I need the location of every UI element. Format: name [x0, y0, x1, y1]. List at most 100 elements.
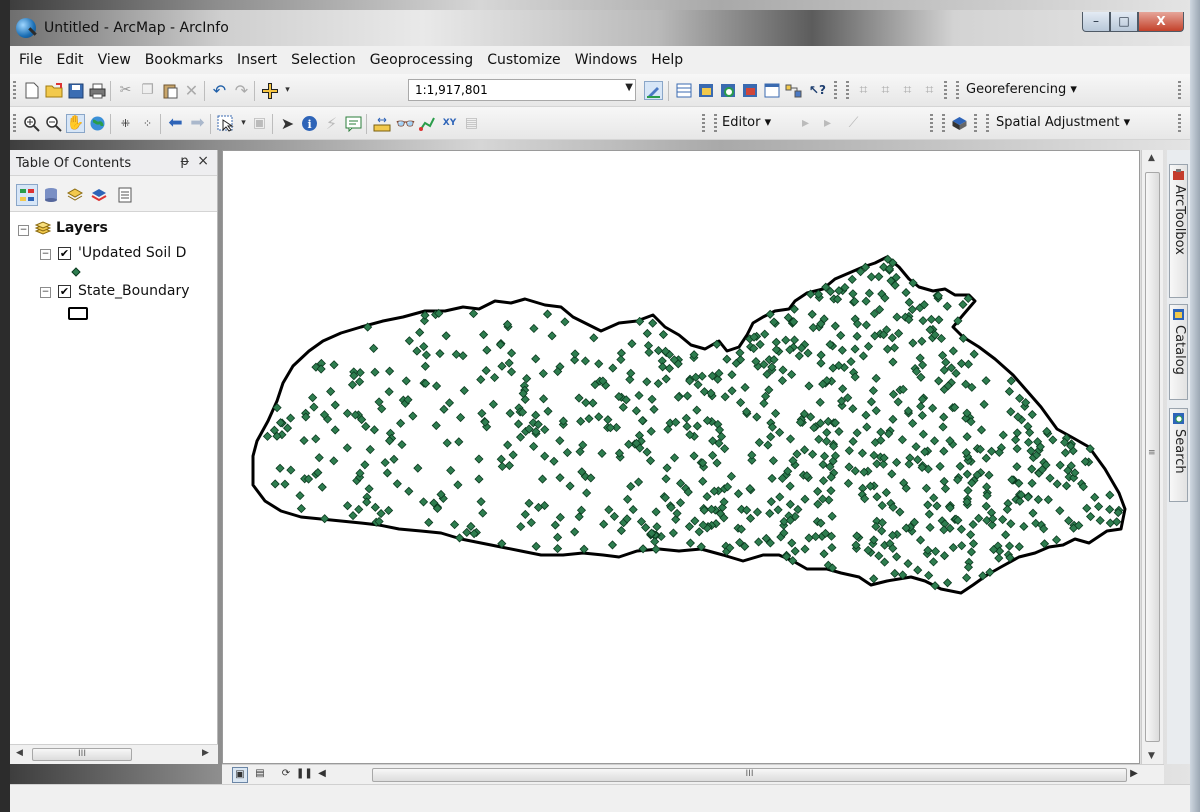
soil-sample-point[interactable] — [376, 508, 386, 519]
soil-sample-point[interactable] — [1094, 501, 1104, 512]
soil-sample-point[interactable] — [543, 406, 553, 416]
soil-sample-point[interactable] — [844, 462, 854, 472]
soil-sample-point[interactable] — [626, 481, 636, 491]
toolbar-grip[interactable] — [944, 81, 947, 99]
toolbar-grip[interactable] — [13, 114, 16, 132]
soil-sample-point[interactable] — [404, 336, 414, 346]
soil-sample-point[interactable] — [787, 369, 797, 380]
soil-sample-point[interactable] — [850, 344, 860, 354]
measure-icon[interactable] — [372, 114, 391, 133]
arctoolbox-window-icon[interactable] — [740, 81, 759, 100]
soil-sample-point[interactable] — [892, 457, 902, 468]
modelbuilder-icon[interactable] — [784, 81, 803, 100]
redo-icon[interactable]: ↷ — [232, 81, 251, 100]
soil-sample-point[interactable] — [442, 438, 452, 448]
maximize-button[interactable]: □ — [1110, 12, 1138, 32]
list-by-drawing-order-icon[interactable] — [16, 184, 38, 206]
soil-sample-point[interactable] — [819, 549, 829, 559]
soil-sample-point[interactable] — [958, 299, 968, 310]
soil-sample-point[interactable] — [570, 527, 580, 537]
soil-sample-point[interactable] — [799, 445, 810, 455]
soil-sample-point[interactable] — [814, 434, 824, 444]
menu-file[interactable]: File — [12, 52, 49, 68]
soil-sample-point[interactable] — [981, 501, 991, 511]
soil-sample-point[interactable] — [668, 528, 678, 538]
soil-sample-point[interactable] — [364, 484, 374, 494]
soil-sample-point[interactable] — [790, 546, 800, 556]
soil-sample-point[interactable] — [342, 443, 352, 453]
soil-sample-point[interactable] — [1004, 386, 1014, 397]
soil-sample-point[interactable] — [861, 410, 871, 420]
soil-sample-point[interactable] — [918, 360, 928, 370]
soil-sample-point[interactable] — [1105, 490, 1115, 500]
select-elements-icon[interactable]: ➤ — [278, 114, 297, 133]
soil-sample-point[interactable] — [962, 573, 972, 583]
menu-customize[interactable]: Customize — [480, 52, 568, 68]
soil-sample-point[interactable] — [935, 461, 945, 471]
soil-sample-point[interactable] — [913, 455, 923, 465]
soil-sample-point[interactable] — [330, 425, 340, 435]
soil-sample-point[interactable] — [646, 426, 656, 436]
soil-sample-point[interactable] — [450, 520, 460, 530]
editor-menu[interactable]: Editor ▾ — [722, 115, 771, 130]
open-folder-icon[interactable] — [44, 81, 63, 100]
soil-sample-point[interactable] — [529, 323, 539, 334]
soil-sample-point[interactable] — [299, 435, 309, 446]
zoom-in-icon[interactable] — [22, 114, 41, 133]
soil-sample-point[interactable] — [800, 494, 810, 504]
soil-sample-point[interactable] — [848, 404, 858, 414]
soil-sample-point[interactable] — [852, 331, 862, 341]
soil-sample-point[interactable] — [916, 401, 926, 411]
soil-sample-point[interactable] — [540, 425, 550, 435]
soil-sample-point[interactable] — [354, 504, 364, 514]
soil-sample-point[interactable] — [542, 309, 553, 319]
soil-sample-point[interactable] — [555, 512, 565, 522]
soil-sample-point[interactable] — [1060, 448, 1071, 458]
soil-sample-point[interactable] — [892, 312, 902, 322]
soil-sample-point[interactable] — [979, 399, 989, 409]
soil-sample-point[interactable] — [929, 493, 939, 503]
soil-sample-point[interactable] — [733, 489, 744, 499]
soil-sample-point[interactable] — [570, 349, 580, 359]
list-by-visibility-icon[interactable] — [64, 184, 86, 206]
soil-sample-point[interactable] — [966, 547, 977, 557]
menu-edit[interactable]: Edit — [49, 52, 90, 68]
close-button[interactable]: X — [1138, 12, 1184, 32]
arcmap-app-icon[interactable] — [16, 18, 36, 38]
soil-sample-point[interactable] — [490, 372, 500, 383]
soil-sample-point[interactable] — [928, 557, 939, 567]
go-forward-icon[interactable]: ➡ — [188, 114, 207, 133]
soil-sample-point[interactable] — [342, 501, 353, 511]
soil-sample-point[interactable] — [431, 381, 442, 391]
soil-sample-point[interactable] — [908, 418, 918, 428]
soil-sample-point[interactable] — [555, 436, 565, 446]
layer-name-state-boundary[interactable]: State_Boundary — [78, 283, 189, 299]
soil-sample-point[interactable] — [775, 492, 785, 502]
soil-sample-point[interactable] — [275, 463, 285, 473]
soil-sample-point[interactable] — [963, 485, 973, 496]
data-view-icon[interactable]: ▣ — [232, 767, 248, 783]
soil-sample-point[interactable] — [481, 366, 491, 376]
soil-sample-point[interactable] — [888, 414, 898, 424]
georef-tool-icon[interactable]: ⌗ — [854, 81, 873, 100]
soil-sample-point[interactable] — [955, 461, 965, 471]
soil-sample-point[interactable] — [648, 318, 658, 328]
menu-geoprocessing[interactable]: Geoprocessing — [363, 52, 480, 68]
select-features-icon[interactable] — [216, 114, 235, 133]
soil-sample-point[interactable] — [672, 508, 682, 518]
soil-sample-point[interactable] — [1027, 409, 1037, 420]
soil-sample-point[interactable] — [969, 349, 979, 359]
soil-sample-point[interactable] — [1027, 464, 1037, 474]
soil-sample-point[interactable] — [651, 544, 661, 554]
minimize-button[interactable]: – — [1082, 12, 1110, 32]
soil-sample-point[interactable] — [420, 361, 430, 371]
toolbar-grip[interactable] — [942, 114, 945, 132]
soil-sample-point[interactable] — [389, 454, 399, 464]
soil-sample-point[interactable] — [877, 500, 887, 511]
soil-sample-point[interactable] — [924, 570, 934, 581]
menu-view[interactable]: View — [91, 52, 138, 68]
map-canvas[interactable] — [223, 151, 1140, 764]
soil-sample-point[interactable] — [1023, 437, 1034, 447]
soil-sample-point[interactable] — [727, 386, 737, 396]
spatial-adjustment-menu[interactable]: Spatial Adjustment ▾ — [996, 115, 1130, 130]
